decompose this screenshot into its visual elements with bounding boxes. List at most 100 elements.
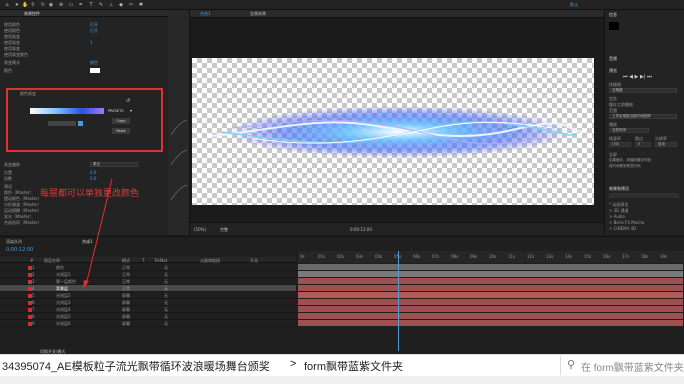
info-swatch [609,22,619,30]
breadcrumb-separator: > [290,358,297,370]
effect-row: 使用颜色 打开 [4,28,98,33]
puppet-icon[interactable]: ✱ [138,2,144,8]
effect-row: 使用颜色 打开 [4,22,98,27]
table-row[interactable]: 8 光线层5 屏幕无 [0,313,296,320]
fps-select[interactable]: (30) [609,142,631,147]
search-input[interactable]: ⚲ 在 form飘带蓝紫文件夹 中搜索 [560,356,684,375]
reset-icon[interactable]: ↺ [126,98,130,104]
table-row[interactable]: 1 颜色 正常无 [0,264,296,271]
effect-row: 使用渐变 1 [4,40,93,45]
playhead[interactable] [398,251,399,351]
gradient-label: 颜色渐变 [20,91,36,96]
rotate-icon[interactable]: ↻ [40,2,46,8]
brush-icon[interactable]: ✎ [98,2,104,8]
comp-tab[interactable]: 合成1 [200,11,211,17]
text-icon[interactable]: T [88,2,94,8]
search-icon: ⚲ [567,359,576,371]
info-title[interactable]: 信息 [609,12,617,18]
stamp-icon[interactable]: ⊥ [108,2,114,8]
render-queue-tab[interactable]: 渲染队列 [6,239,22,245]
camera-icon[interactable]: ◉ [48,2,54,8]
annotation-box: 颜色渐变 PRESETS ▾ ↺ Copy Paste [6,88,163,152]
list-item[interactable]: > Audio [609,214,625,219]
range-select[interactable]: 工作区域按当前时间延伸 [609,114,677,119]
color-swatch[interactable] [90,68,100,73]
pen-icon[interactable]: ✒ [78,2,84,8]
table-row[interactable]: 3 第一层颜色 正常无 [0,278,296,285]
breadcrumb-folder-1[interactable]: 34395074_AE模板粒子流光飘带循环波浪暖场舞台颁奖 [2,358,270,374]
col-trkmat: TrkMat [154,258,168,263]
time-ruler[interactable]: 0s 01s 02s 03s 04s 05s 06s 07s 08s 09s 1… [298,251,684,263]
layer-bar[interactable] [298,320,683,326]
effect-row: 预设 [4,184,12,189]
res-select[interactable]: 自动 [655,142,677,147]
gradient-bar[interactable] [30,108,104,114]
effect-row: 渐变模式 颜色 [4,60,98,65]
effects-presets-title[interactable]: 效果和预设 [609,186,629,192]
effect-row: 发光（Master） [4,214,34,219]
toolbar: ⌂ ➤ ✋ ⚲ ↻ ◉ ⊕ ▭ ✒ T ✎ ⊥ ◆ ✂ ✱ 默认 [0,0,684,10]
layer-bar[interactable] [298,299,683,305]
composition-panel: 合成1 金属效果 (50%) 完整 0:00:12:00 [190,10,604,235]
effect-row: 摆动颜色（Master） [4,196,42,201]
move-label[interactable]: 将时间移到预览时间 [609,164,641,169]
paste-button[interactable]: Paste [112,128,130,134]
col-t: T [142,258,145,263]
effect-row: 使用渐变颜色 [4,52,28,57]
table-row[interactable]: 5 光线层2 屏幕无 [0,292,296,299]
chevron-down-icon[interactable]: ▾ [130,108,132,113]
pan-icon[interactable]: ⊕ [58,2,64,8]
layer-bar[interactable] [298,313,683,319]
explorer-path-bar: 34395074_AE模板粒子流光飘带循环波浪暖场舞台颁奖 > form飘带蓝紫… [0,354,684,376]
right-panel: 信息 音频 预览 ⏮ ◀ ▶ ▶| ⏭ 快捷键 空格键 包含 缓存之前播放 范围… [604,10,684,235]
playback-controls[interactable]: ⏮ ◀ ▶ ▶| ⏭ [623,74,652,80]
list-item[interactable]: > Boris FX Mocha [609,220,644,225]
table-row[interactable]: 7 光线层4 屏幕无 [0,306,296,313]
layer-bar[interactable] [298,292,683,298]
eraser-icon[interactable]: ◆ [118,2,124,8]
roto-icon[interactable]: ✂ [128,2,134,8]
copy-button[interactable]: Copy [112,118,130,124]
shortcut-select[interactable]: 空格键 [609,88,677,93]
workspace-label[interactable]: 默认 [570,2,578,8]
stop-swatch[interactable] [78,121,83,126]
arrow-icon[interactable]: ➤ [14,2,20,8]
comp-timecode[interactable]: 0:00:12:00 [350,227,372,232]
list-item[interactable]: > CINEMA 4D [609,226,636,231]
layer-bar[interactable] [298,278,683,284]
gradient-position-field[interactable] [48,121,76,126]
table-row-selected[interactable]: 4 背景层 正常无 [0,285,296,292]
zoom-icon[interactable]: ⚲ [30,2,36,8]
quality-select[interactable]: 完整 [220,227,228,233]
audio-title[interactable]: 音频 [609,56,617,62]
comp-canvas[interactable] [192,58,594,205]
effect-row: 颜色（Master） [4,190,34,195]
light-ribbon [211,106,583,158]
work-area-bar[interactable] [298,264,683,270]
layer-bar[interactable] [298,271,683,277]
comp-tab-2[interactable]: 金属效果 [250,11,266,17]
timeline-timecode[interactable]: 0:00:12:00 [6,247,33,253]
effects-search-input[interactable] [609,193,679,198]
preview-title[interactable]: 预览 [609,68,617,74]
blend-select[interactable]: 柔光 [90,162,138,167]
effect-row: 合成选项（Master） [4,220,42,225]
skip-select[interactable]: 0 [635,142,651,147]
effects-tab[interactable]: 效果控件 [24,11,40,17]
rect-icon[interactable]: ▭ [68,2,74,8]
layer-bar[interactable] [298,306,683,312]
graph-strip [168,10,190,235]
stop-label[interactable]: 如果缓存，则播放缓存的帧 [609,158,651,163]
presets-label[interactable]: PRESETS [108,109,124,113]
breadcrumb-folder-2[interactable]: form飘带蓝紫文件夹 [304,358,403,374]
layer-bar[interactable] [298,285,683,291]
table-row[interactable]: 9 光线层6 屏幕无 [0,320,296,327]
home-icon[interactable]: ⌂ [4,2,10,8]
effect-row: 位置 0.0 [4,170,97,175]
play-select[interactable]: 当前时间 [609,128,649,133]
hand-icon[interactable]: ✋ [22,2,28,8]
zoom-select[interactable]: (50%) [194,227,206,232]
table-row[interactable]: 2 光线层1 正常无 [0,271,296,278]
table-row[interactable]: 6 光线层3 屏幕无 [0,299,296,306]
graph-strip-curves [170,119,188,201]
